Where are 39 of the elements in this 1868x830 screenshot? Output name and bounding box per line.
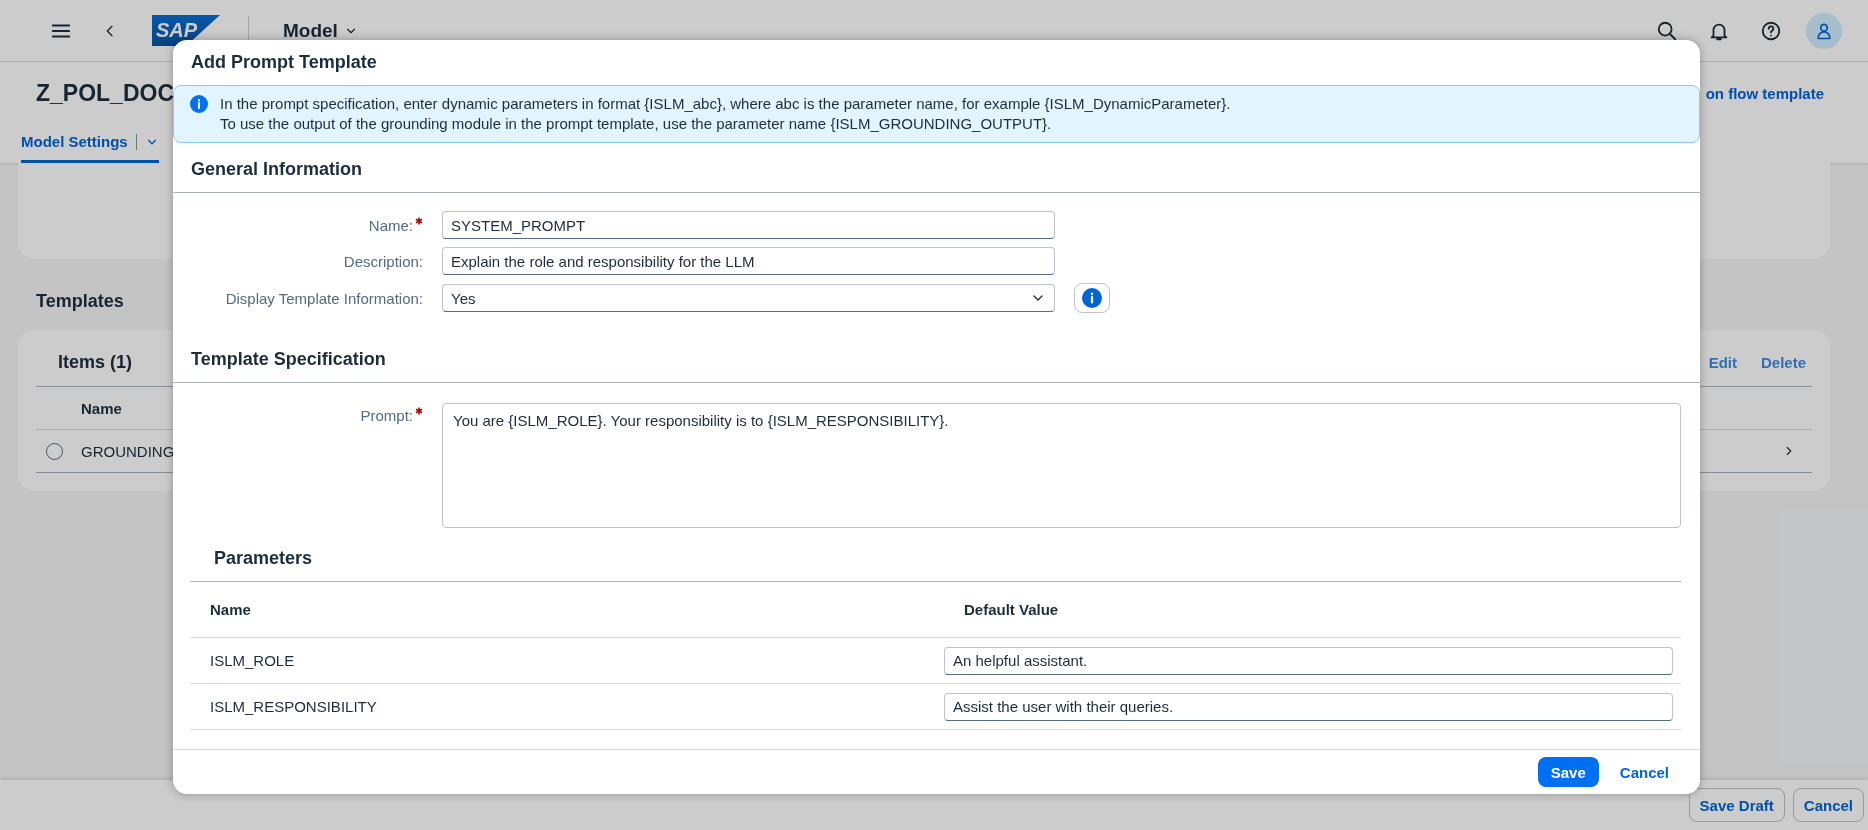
table-cell: ISLM_RESPONSIBILITY	[210, 698, 377, 715]
help-icon	[1760, 19, 1782, 42]
table-title: Items (1)	[58, 351, 133, 373]
input-field[interactable]: Assist the user with their queries.	[944, 692, 1673, 721]
toolbar-button[interactable]: Edit	[1702, 352, 1743, 372]
info-icon	[1082, 288, 1102, 308]
info-text: In the prompt specification, enter dynamic parameters in format {ISLM_abc}, where abc is the parameter name, for example {ISLM_DynamicParameter}.	[220, 94, 1231, 114]
select-field[interactable]: Yes	[442, 284, 1055, 312]
section-title: General Information	[173, 143, 1700, 193]
section-title: Template Specification	[173, 333, 1700, 383]
cancel-button[interactable]: Cancel	[1606, 757, 1682, 787]
column-header: Name	[190, 582, 944, 638]
table-cell: GROUNDING	[81, 442, 175, 460]
field-label: Display Template Information:	[225, 289, 423, 307]
table-cell: ISLM_ROLE	[210, 652, 295, 669]
info-text: To use the output of the grounding module in the prompt template, use the parameter name {ISLM_GROUNDING_OUTPUT}.	[220, 114, 1053, 134]
section-title: Templates	[36, 291, 124, 312]
prompt-textarea[interactable]: You are {ISLM_ROLE}. Your responsibility is to {ISLM_RESPONSIBILITY}.	[442, 403, 1681, 528]
field-label: Description:	[343, 252, 423, 270]
avatar-button[interactable]	[1806, 12, 1842, 49]
dialog-title: Add Prompt Template	[190, 51, 378, 74]
app-title-menu[interactable]: Model	[277, 18, 364, 43]
column-header: Default Value	[944, 582, 1681, 638]
info-icon	[190, 95, 208, 113]
toolbar-button[interactable]: Delete	[1754, 352, 1812, 372]
search-icon	[1656, 19, 1678, 42]
footer-button[interactable]: Save Draft	[1688, 788, 1785, 822]
column-header: Name	[81, 399, 122, 417]
input-field[interactable]: Explain the role and responsibility for the LLM	[442, 247, 1055, 275]
info-button[interactable]	[1074, 283, 1110, 313]
section-title: Parameters	[190, 528, 1681, 582]
input-field[interactable]: SYSTEM_PROMPT	[442, 211, 1055, 239]
footer-button[interactable]: Cancel	[1792, 788, 1864, 822]
save-button[interactable]: Save	[1537, 757, 1599, 787]
input-field[interactable]: An helpful assistant.	[944, 646, 1673, 675]
field-label: Prompt:	[360, 407, 413, 424]
field-label: Name:	[368, 216, 413, 234]
page-title: Z_POL_DOC	[36, 80, 175, 107]
header-link[interactable]: on flow template	[1705, 85, 1824, 102]
